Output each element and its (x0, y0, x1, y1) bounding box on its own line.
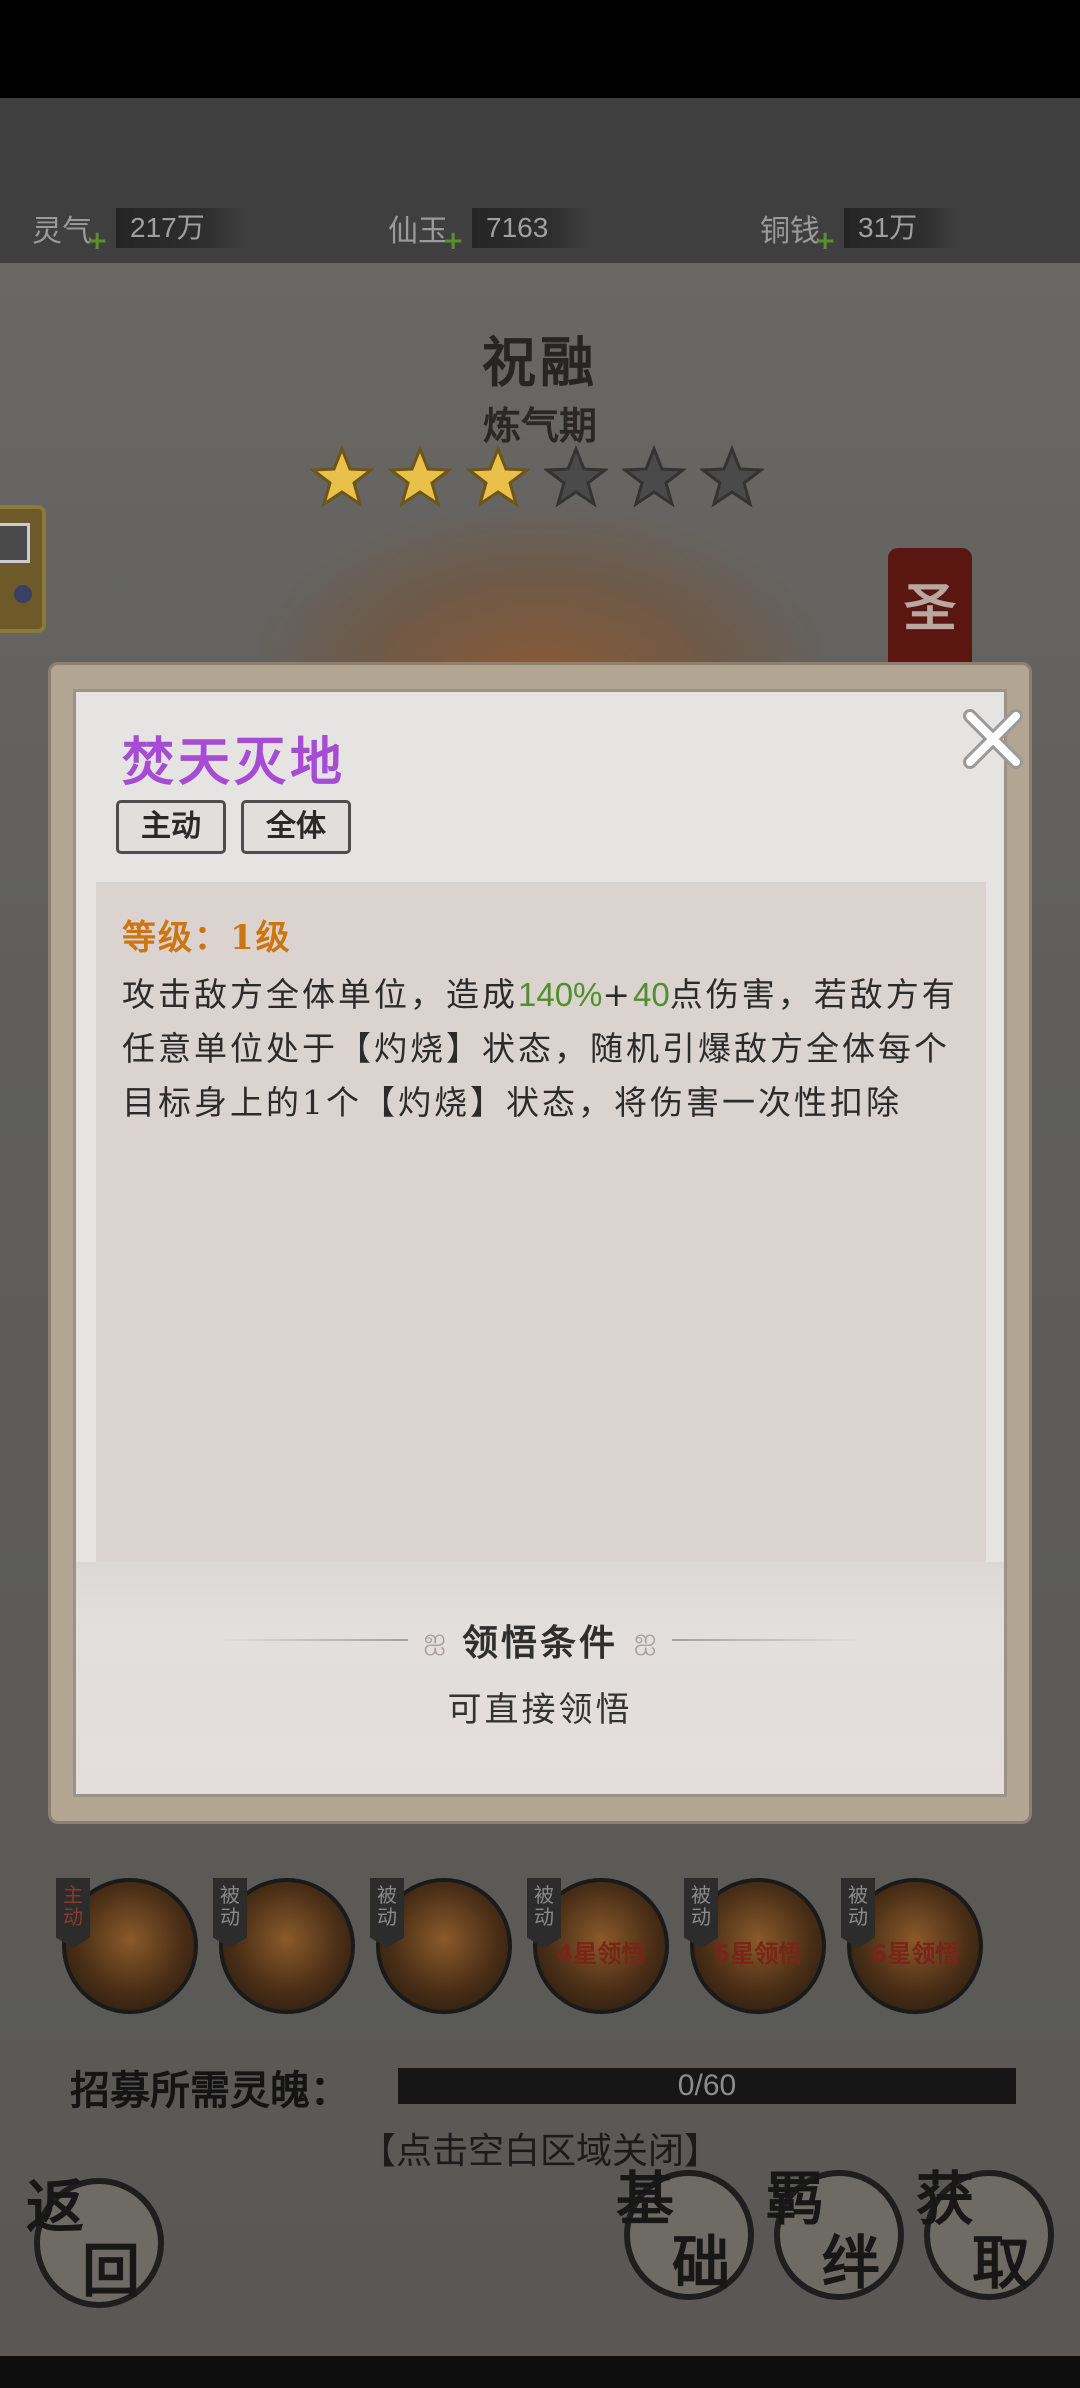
star-empty-icon (622, 445, 686, 508)
currency-value: 217万 (116, 208, 245, 248)
skill-tag-target: 全体 (241, 800, 351, 854)
condition-title: 领悟条件 (461, 1622, 618, 1664)
skill-type-tag: 被动 (213, 1878, 247, 1948)
basic-button[interactable]: 基础 (616, 2165, 754, 2300)
divider (672, 1639, 863, 1641)
recruit-progress-text: 0/60 (677, 2069, 737, 2102)
star-empty-icon (700, 445, 764, 508)
hero-realm: 炼气期 (482, 403, 597, 448)
obtain-button[interactable]: 获取 (916, 2165, 1054, 2300)
condition-header: ஐ 领悟条件 ஐ (76, 1612, 1004, 1668)
skill-icon-6[interactable]: 被动 6星领悟 (841, 1878, 983, 2014)
currency-label: 仙玉 + (388, 214, 464, 256)
badge-dot (14, 585, 32, 603)
bond-button[interactable]: 羁绊 (766, 2165, 904, 2300)
rank-banner: 圣 (888, 548, 972, 678)
star-empty-icon (544, 445, 608, 508)
currency-value: 7163 (472, 208, 589, 248)
plus-icon[interactable]: + (442, 226, 464, 256)
skill-unlock-condition: 4星领悟 (556, 1940, 646, 1968)
skill-icon-2[interactable]: 被动 (213, 1878, 355, 2014)
currency-label: 铜钱 + (760, 214, 836, 256)
bottom-strip (0, 2356, 1080, 2388)
plus-icon[interactable]: + (814, 226, 836, 256)
status-bar (0, 0, 1080, 98)
star-rating (310, 445, 764, 509)
side-menu-button[interactable] (0, 505, 46, 633)
star-filled-icon (466, 445, 530, 508)
back-button[interactable]: 返回 (26, 2173, 164, 2308)
currency-lingqi[interactable]: 灵气 + 217万 (32, 205, 245, 256)
star-filled-icon (310, 445, 374, 508)
currency-label: 灵气 + (32, 214, 108, 256)
skill-type-tag: 被动 (370, 1878, 404, 1948)
skill-icon-3[interactable]: 被动 (370, 1878, 512, 2014)
hero-name: 祝融 (482, 330, 598, 394)
condition-value: 可直接领悟 (447, 1690, 633, 1730)
plus-icon[interactable]: + (86, 226, 108, 256)
mist-decoration (76, 1562, 1004, 1794)
skill-tag-type: 主动 (116, 800, 226, 854)
skill-level: 等级：1级 (122, 918, 292, 958)
swirl-ornament-icon: ஐ (423, 1621, 446, 1655)
skill-detail-modal: 焚天灭地 主动 全体 等级：1级 攻击敌方全体单位，造成140%+40点伤害，若… (48, 662, 1032, 1824)
skill-icon-4[interactable]: 被动 4星领悟 (527, 1878, 669, 2014)
star-filled-icon (388, 445, 452, 508)
currency-value: 31万 (844, 208, 958, 248)
swirl-ornament-icon: ஐ (634, 1621, 657, 1655)
skill-type-tag: 主动 (56, 1878, 90, 1948)
recruit-progress-bar: 0/60 (398, 2068, 1016, 2104)
skill-icon-1[interactable]: 主动 (56, 1878, 198, 2014)
modal-panel: 焚天灭地 主动 全体 等级：1级 攻击敌方全体单位，造成140%+40点伤害，若… (73, 689, 1023, 1797)
currency-tongqian[interactable]: 铜钱 + 31万 (760, 205, 958, 256)
divider (217, 1639, 408, 1641)
close-icon[interactable] (956, 702, 1030, 776)
currency-xianyu[interactable]: 仙玉 + 7163 (388, 205, 589, 256)
skill-description-panel: 等级：1级 攻击敌方全体单位，造成140%+40点伤害，若敌方有任意单位处于【灼… (96, 882, 986, 1562)
skill-unlock-condition: 6星领悟 (870, 1940, 960, 1968)
skill-description: 攻击敌方全体单位，造成140%+40点伤害，若敌方有任意单位处于【灼烧】状态，随… (122, 975, 958, 1122)
skill-icon-5[interactable]: 被动 5星领悟 (684, 1878, 826, 2014)
skill-list: 主动 被动 被动 被动 4星领悟 被动 5星领悟 被动 6星领悟 (56, 1878, 1002, 2018)
skill-title: 焚天灭地 (122, 732, 347, 793)
recruit-label: 招募所需灵魄： (70, 2067, 350, 2114)
device-icon (0, 523, 30, 563)
skill-unlock-condition: 5星领悟 (713, 1940, 803, 1968)
